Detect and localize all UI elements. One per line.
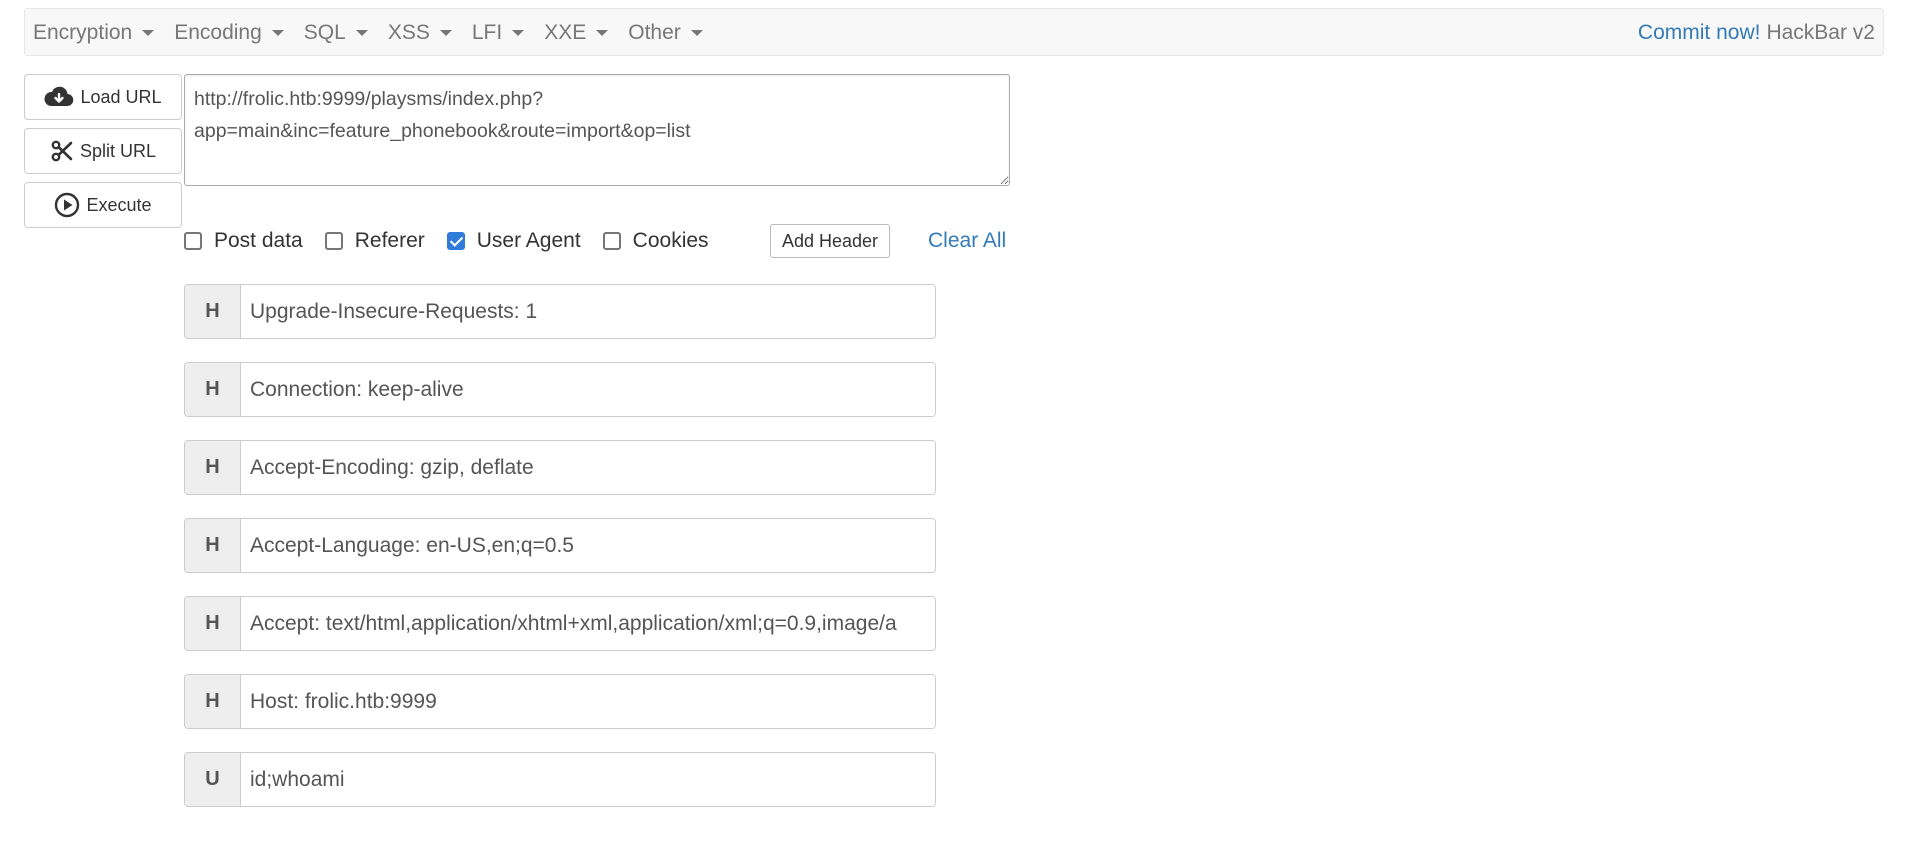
header-input[interactable]: Accept: text/html,application/xhtml+xml,… [241, 597, 935, 650]
url-textarea[interactable]: http://frolic.htb:9999/playsms/index.php… [184, 74, 1010, 186]
play-circle-icon [55, 192, 80, 218]
caret-down-icon [690, 30, 703, 36]
header-type-tag[interactable]: H [185, 675, 241, 728]
header-row: H Upgrade-Insecure-Requests: 1 [184, 284, 936, 339]
caret-down-icon [142, 30, 155, 36]
menu-xss-label: XSS [387, 21, 430, 44]
referer-option[interactable]: Referer [324, 229, 425, 253]
user-agent-row: U id;whoami [184, 752, 936, 807]
user-agent-checkbox[interactable] [446, 232, 465, 250]
header-input[interactable]: Host: frolic.htb:9999 [241, 675, 935, 728]
header-row: H Accept-Language: en-US,en;q=0.5 [184, 518, 936, 573]
clear-all-link[interactable]: Clear All [928, 224, 1006, 258]
header-input[interactable]: Connection: keep-alive [241, 363, 935, 416]
load-url-button[interactable]: Load URL [24, 74, 182, 120]
menu-lfi[interactable]: LFI [462, 9, 534, 57]
menu-lfi-label: LFI [471, 21, 503, 44]
load-url-label: Load URL [80, 86, 162, 107]
split-url-button[interactable]: Split URL [24, 128, 182, 174]
add-header-button[interactable]: Add Header [770, 224, 890, 258]
cookies-label: Cookies [632, 229, 709, 252]
header-row: H Host: frolic.htb:9999 [184, 674, 936, 729]
user-agent-label: User Agent [476, 229, 581, 252]
menu-xxe-label: XXE [544, 21, 587, 44]
menu-sql[interactable]: SQL [294, 9, 378, 57]
commit-now-link[interactable]: Commit now! [1638, 21, 1761, 45]
header-type-tag[interactable]: H [185, 519, 241, 572]
menu-encryption[interactable]: Encryption [25, 9, 164, 57]
menu-other-label: Other [628, 21, 681, 44]
menu-encoding[interactable]: Encoding [164, 9, 294, 57]
caret-down-icon [596, 30, 609, 36]
header-type-tag[interactable]: H [185, 363, 241, 416]
header-input[interactable]: Upgrade-Insecure-Requests: 1 [241, 285, 935, 338]
menu-encryption-label: Encryption [33, 21, 133, 44]
menu-other[interactable]: Other [618, 9, 713, 57]
user-agent-input[interactable]: id;whoami [241, 753, 935, 806]
post-data-checkbox[interactable] [184, 232, 202, 250]
header-type-tag[interactable]: H [185, 285, 241, 338]
menu-bar: Encryption Encoding SQL XSS LFI XXE Othe… [25, 9, 713, 57]
brand-title: HackBar v2 [1766, 21, 1875, 44]
header-input[interactable]: Accept-Language: en-US,en;q=0.5 [241, 519, 935, 572]
caret-down-icon [512, 30, 525, 36]
header-input[interactable]: Accept-Encoding: gzip, deflate [241, 441, 935, 494]
execute-label: Execute [86, 194, 152, 215]
header-type-tag[interactable]: H [185, 441, 241, 494]
header-row: H Accept: text/html,application/xhtml+xm… [184, 596, 936, 651]
menu-xxe[interactable]: XXE [534, 9, 618, 57]
header-row: H Connection: keep-alive [184, 362, 936, 417]
menu-encoding-label: Encoding [174, 21, 262, 44]
cookies-checkbox[interactable] [602, 232, 621, 250]
menu-sql-label: SQL [303, 21, 346, 44]
user-agent-type-tag[interactable]: U [185, 753, 241, 806]
cookies-option[interactable]: Cookies [602, 229, 709, 253]
caret-down-icon [439, 30, 452, 36]
scissors-icon [51, 140, 73, 162]
user-agent-option[interactable]: User Agent [446, 229, 581, 253]
post-data-option[interactable]: Post data [184, 229, 303, 253]
referer-label: Referer [354, 229, 425, 252]
header-row: H Accept-Encoding: gzip, deflate [184, 440, 936, 495]
execute-button[interactable]: Execute [24, 182, 182, 228]
menu-xss[interactable]: XSS [378, 9, 462, 57]
caret-down-icon [271, 30, 284, 36]
referer-checkbox[interactable] [324, 232, 343, 250]
top-navbar: Encryption Encoding SQL XSS LFI XXE Othe… [24, 8, 1884, 56]
header-type-tag[interactable]: H [185, 597, 241, 650]
options-row: Post data Referer User Agent Cookies [184, 224, 731, 258]
post-data-label: Post data [214, 229, 303, 252]
cloud-download-icon [44, 86, 74, 107]
brand: Commit now! HackBar v2 [1638, 9, 1875, 57]
split-url-label: Split URL [79, 140, 157, 161]
caret-down-icon [355, 30, 368, 36]
